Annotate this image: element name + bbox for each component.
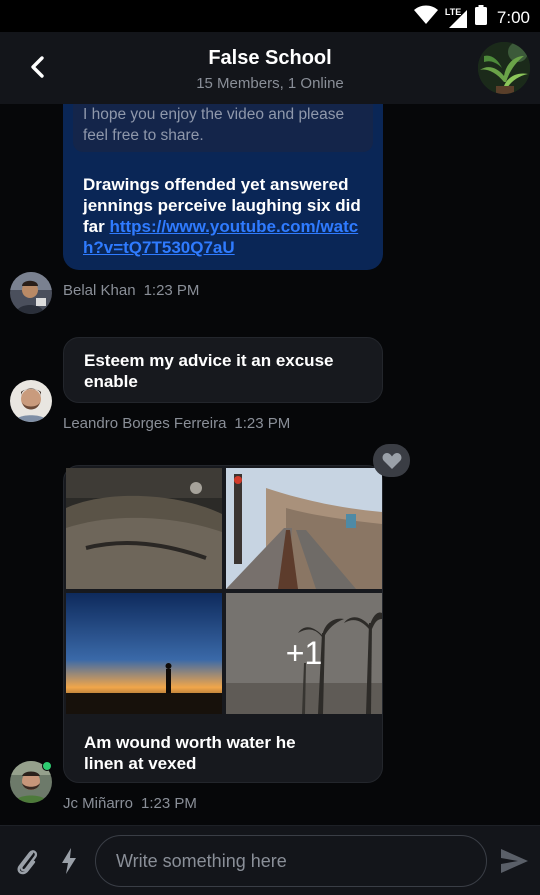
attach-button[interactable]: [14, 846, 42, 876]
gallery-image[interactable]: [66, 593, 222, 714]
author-name: Jc Miñarro: [63, 795, 134, 812]
send-button[interactable]: [498, 846, 530, 876]
gallery-image[interactable]: [226, 468, 382, 589]
message-text: Am wound worth water he linen at vexed: [84, 733, 296, 773]
reaction-button[interactable]: [373, 444, 410, 477]
message-bubble[interactable]: Esteem my advice it an excuse enable: [63, 337, 383, 403]
paperclip-icon: [17, 850, 38, 875]
message-meta: Belal Khan 1:23 PM: [63, 282, 199, 299]
online-indicator: [42, 761, 52, 771]
author-name: Leandro Borges Ferreira: [63, 415, 227, 432]
message-composer: [0, 825, 540, 895]
gallery-image[interactable]: [66, 468, 222, 589]
group-title: False School: [208, 47, 332, 69]
chat-header: False School 15 Members, 1 Online: [0, 32, 540, 104]
status-time: 7:00: [496, 7, 530, 27]
avatar[interactable]: [10, 380, 52, 422]
status-bar: LTE 7:00: [0, 0, 540, 32]
message-bubble[interactable]: +1 Am wound worth water he linen at vexe…: [63, 465, 383, 783]
message-input-wrapper[interactable]: [95, 835, 487, 887]
message-time: 1:23 PM: [141, 795, 197, 812]
message-meta: Leandro Borges Ferreira 1:23 PM: [63, 415, 290, 432]
heart-icon: [382, 452, 401, 469]
send-icon: [501, 849, 528, 873]
avatar[interactable]: [10, 272, 52, 314]
more-images-count[interactable]: +1: [226, 593, 382, 714]
message-list[interactable]: I hope you enjoy the video and please fe…: [0, 104, 540, 825]
image-gallery[interactable]: +1: [66, 468, 382, 714]
signal-icon: LTE: [445, 7, 469, 29]
message-meta: Jc Miñarro 1:23 PM: [63, 795, 197, 812]
message-bubble[interactable]: I hope you enjoy the video and please fe…: [63, 104, 383, 270]
gallery-image[interactable]: +1: [226, 593, 382, 714]
message-time: 1:23 PM: [143, 282, 200, 299]
author-name: Belal Khan: [63, 282, 136, 299]
lightning-icon: [62, 848, 76, 874]
quoted-message[interactable]: I hope you enjoy the video and please fe…: [73, 104, 373, 152]
quick-actions-button[interactable]: [58, 846, 80, 876]
wifi-icon: [413, 5, 439, 30]
message-text: Drawings offended yet answered jennings …: [83, 175, 361, 257]
quoted-text: I hope you enjoy the video and please fe…: [83, 106, 345, 144]
group-subtitle: 15 Members, 1 Online: [196, 75, 344, 92]
message-text: Esteem my advice it an excuse enable: [84, 351, 334, 391]
battery-icon: [474, 5, 487, 30]
message-time: 1:23 PM: [234, 415, 291, 432]
group-avatar[interactable]: [478, 42, 530, 94]
message-link[interactable]: https://www.youtube.com/watch?v=tQ7T530Q…: [83, 217, 358, 257]
message-input[interactable]: [116, 836, 466, 886]
